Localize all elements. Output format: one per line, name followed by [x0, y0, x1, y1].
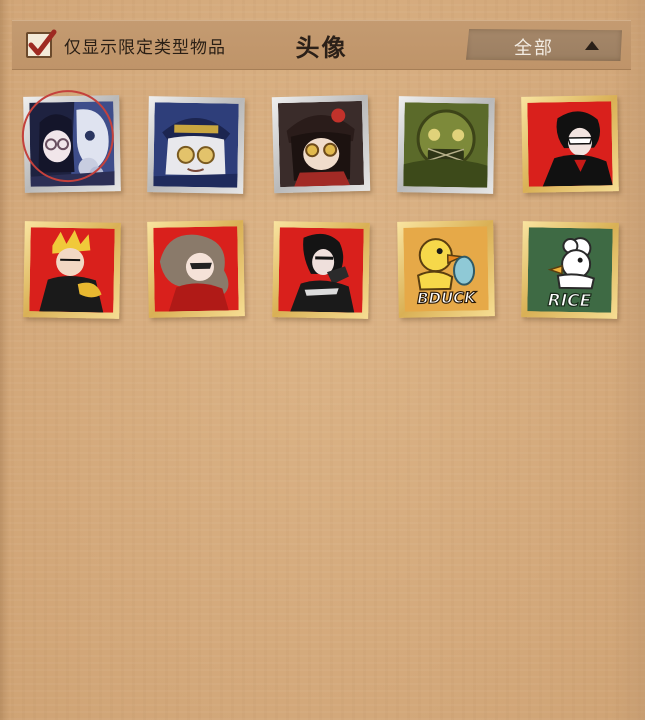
rice-avatar-icon: RICE	[527, 227, 613, 313]
avatar-item-3[interactable]	[271, 94, 371, 194]
joker-avatar-icon	[527, 101, 613, 187]
masked-pair-avatar-icon	[29, 101, 115, 187]
avatar-item-1[interactable]	[21, 89, 121, 193]
avatar-item-4[interactable]	[397, 96, 495, 194]
rice-logo-text: RICE	[548, 291, 592, 312]
green-machine-avatar-icon	[403, 102, 489, 188]
avatar-item-8[interactable]	[272, 221, 370, 319]
avatar-item-9[interactable]: BDUCK	[397, 220, 495, 318]
dark-hair-goggles-avatar-icon	[277, 100, 365, 188]
avatar-grid: BDUCK RICE	[0, 0, 645, 720]
goggles-hat-avatar-icon	[153, 102, 239, 188]
panther-avatar-icon	[153, 226, 239, 312]
avatar-item-2[interactable]	[147, 96, 245, 194]
avatar-item-10[interactable]: RICE	[521, 221, 619, 319]
bduck-avatar-icon: BDUCK	[403, 226, 489, 312]
avatar-item-5[interactable]	[521, 95, 619, 193]
avatar-item-6[interactable]	[23, 221, 121, 319]
queen-avatar-icon	[278, 227, 364, 313]
skull-avatar-icon	[29, 227, 115, 313]
avatar-item-7[interactable]	[147, 220, 245, 318]
bduck-logo-text: BDUCK	[417, 288, 477, 307]
